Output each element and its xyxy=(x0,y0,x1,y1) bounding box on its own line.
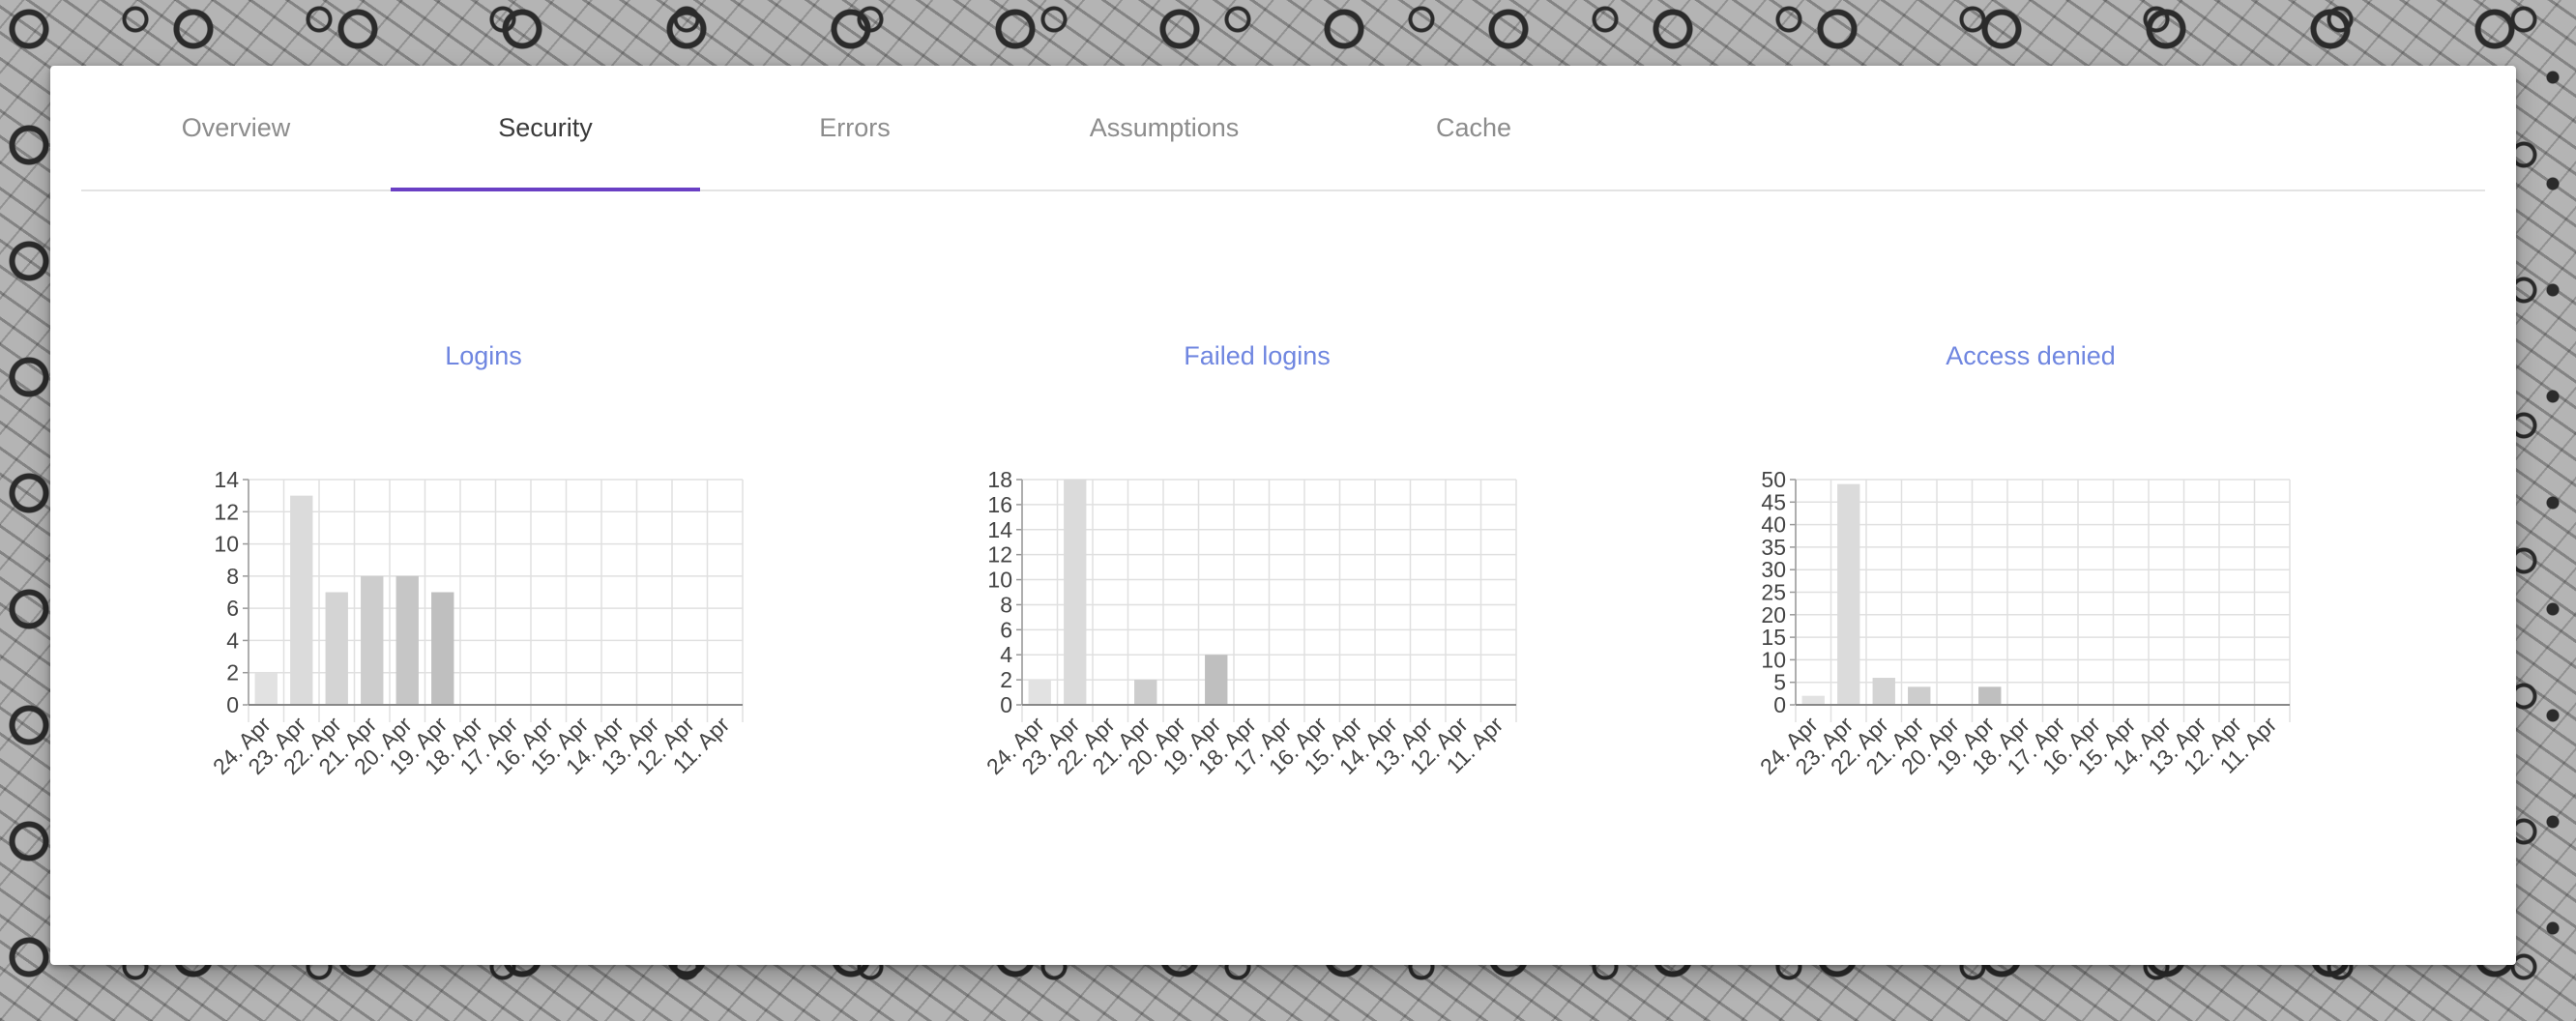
y-tick-label: 0 xyxy=(226,692,239,717)
y-tick-label: 10 xyxy=(214,532,239,557)
bar[interactable] xyxy=(1837,483,1860,705)
y-tick-label: 14 xyxy=(214,467,239,492)
bar[interactable] xyxy=(1908,686,1931,705)
tab-label: Overview xyxy=(181,112,291,142)
tab-cache[interactable]: Cache xyxy=(1319,66,1628,190)
tab-label: Assumptions xyxy=(1089,112,1240,142)
y-tick-label: 0 xyxy=(1773,692,1786,717)
dashboard-card: Overview Security Errors Assumptions Cac… xyxy=(50,66,2516,965)
access-denied-chart: Access denied 0 5 10 15 20 25 30 35 40 45 50 24. Ap… xyxy=(1692,341,2369,815)
failed-logins-chart: Failed logins 0 2 4 6 8 10 12 14 16 18 24. Apr 23. … xyxy=(919,341,1595,815)
y-tick-label: 25 xyxy=(1761,580,1786,605)
access-denied-chart-svg: 0510152025303540455024. Apr23. Apr22. Ap… xyxy=(1755,467,2291,779)
y-tick-label: 12 xyxy=(987,542,1012,568)
y-tick-label: 16 xyxy=(987,492,1012,517)
tab-overview[interactable]: Overview xyxy=(81,66,391,190)
y-tick-label: 8 xyxy=(226,564,239,589)
bar[interactable] xyxy=(431,592,454,706)
bar[interactable] xyxy=(395,575,419,705)
tab-bar: Overview Security Errors Assumptions Cac… xyxy=(81,66,2485,191)
y-tick-label: 6 xyxy=(226,596,239,621)
bar[interactable] xyxy=(1028,680,1051,705)
y-tick-label: 12 xyxy=(214,499,239,524)
y-tick-label: 30 xyxy=(1761,557,1786,582)
y-tick-label: 2 xyxy=(1000,667,1012,692)
y-tick-label: 6 xyxy=(1000,617,1012,642)
y-tick-label: 18 xyxy=(987,467,1012,492)
y-tick-label: 4 xyxy=(226,627,239,653)
tab-label: Errors xyxy=(819,112,891,142)
bar[interactable] xyxy=(325,592,348,706)
y-tick-label: 15 xyxy=(1761,625,1786,650)
y-tick-label: 35 xyxy=(1761,535,1786,560)
bar[interactable] xyxy=(1205,655,1228,705)
y-tick-label: 5 xyxy=(1773,670,1786,695)
tab-label: Security xyxy=(498,112,593,142)
y-tick-label: 40 xyxy=(1761,512,1786,538)
tab-assumptions[interactable]: Assumptions xyxy=(1010,66,1319,190)
bar[interactable] xyxy=(290,495,313,705)
tab-errors[interactable]: Errors xyxy=(700,66,1010,190)
y-tick-label: 14 xyxy=(987,517,1012,542)
y-tick-label: 8 xyxy=(1000,592,1012,617)
failed-logins-chart-svg: 02468101214161824. Apr23. Apr22. Apr21. … xyxy=(981,467,1517,779)
bar[interactable] xyxy=(1134,680,1157,705)
bar[interactable] xyxy=(1978,686,2002,705)
bar[interactable] xyxy=(1872,678,1895,705)
bar[interactable] xyxy=(1064,480,1087,705)
y-tick-label: 50 xyxy=(1761,467,1786,492)
bar[interactable] xyxy=(254,672,278,705)
y-tick-label: 4 xyxy=(1000,642,1012,667)
logins-chart-svg: 0246810121424. Apr23. Apr22. Apr21. Apr2… xyxy=(208,467,744,779)
bar[interactable] xyxy=(361,575,384,705)
logins-chart: Logins 0 2 4 6 8 10 12 14 24. Apr 23. Apr 22. Apr 2… xyxy=(145,341,822,815)
y-tick-label: 2 xyxy=(226,660,239,686)
y-tick-label: 20 xyxy=(1761,602,1786,627)
tab-security[interactable]: Security xyxy=(391,66,700,191)
bar[interactable] xyxy=(1801,695,1825,705)
y-tick-label: 0 xyxy=(1000,692,1012,717)
y-tick-label: 10 xyxy=(1761,647,1786,672)
tab-label: Cache xyxy=(1435,112,1512,142)
y-tick-label: 45 xyxy=(1761,489,1786,514)
y-tick-label: 10 xyxy=(987,568,1012,593)
